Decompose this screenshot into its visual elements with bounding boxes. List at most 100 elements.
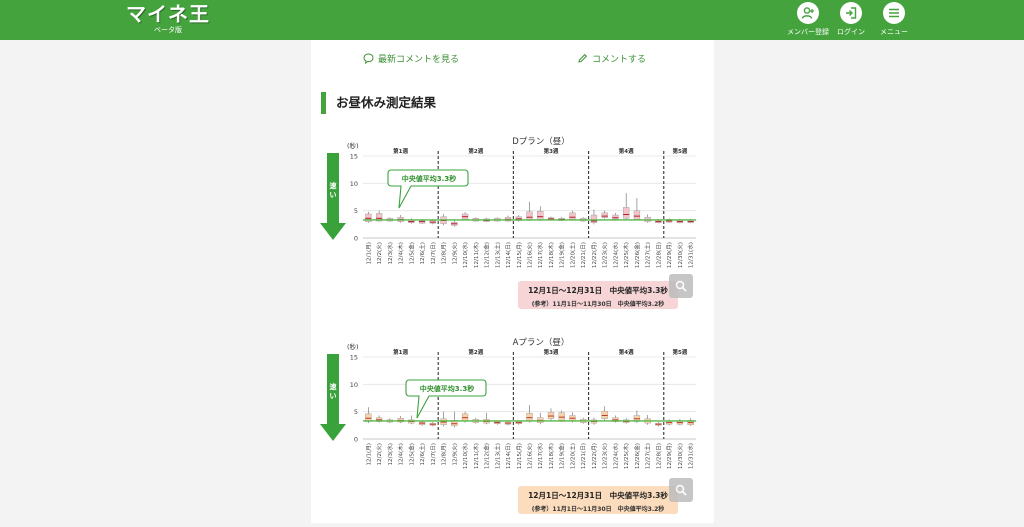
- x-tick-label: 12/12(金): [483, 443, 491, 469]
- x-tick-label: 12/21(日): [580, 443, 587, 469]
- x-tick-label: 12/17(水): [536, 443, 544, 469]
- summary-d-plan-line1: 12月1日～12月31日 中央値平均3.3秒: [528, 286, 668, 295]
- x-tick-label: 12/24(水): [611, 443, 619, 469]
- summary-d-plan-line2: (参考）11月1日～11月30日 中央値平均3.2秒: [531, 301, 665, 308]
- write-comment-link[interactable]: コメントする: [577, 52, 646, 65]
- x-tick-label: 12/25(木): [622, 242, 630, 268]
- x-tick-label: 12/16(火): [527, 242, 534, 268]
- y-tick-label: 10: [350, 381, 358, 389]
- box: [526, 211, 533, 221]
- box: [569, 212, 576, 220]
- login-icon: [840, 2, 862, 24]
- x-tick-label: 12/8(月): [441, 242, 448, 265]
- zoom-button-a-plan[interactable]: [669, 478, 693, 502]
- view-comments-link[interactable]: 最新コメントを見る: [363, 52, 459, 65]
- median-callout-label: 中央値平均3.3秒: [420, 384, 474, 393]
- x-tick-label: 12/3(水): [386, 443, 394, 466]
- x-tick-label: 12/22(月): [591, 443, 598, 469]
- x-tick-label: 12/20(土): [568, 443, 576, 469]
- x-tick-label: 12/31(水): [687, 443, 695, 469]
- week-label: 第3週: [544, 147, 559, 155]
- x-tick-label: 12/10(水): [461, 443, 469, 469]
- x-tick-label: 12/21(日): [580, 242, 587, 268]
- y-tick-label: 0: [354, 436, 358, 444]
- x-tick-label: 12/22(月): [591, 242, 598, 268]
- menu-icon: [883, 2, 905, 24]
- box: [537, 211, 544, 221]
- x-tick-label: 12/11(木): [472, 242, 480, 268]
- week-label: 第2週: [468, 147, 483, 155]
- x-tick-label: 12/18(木): [547, 443, 555, 469]
- box: [612, 214, 619, 220]
- median-callout-label: 中央値平均3.3秒: [402, 174, 456, 183]
- x-tick-label: 12/25(木): [622, 443, 630, 469]
- y-axis-label: (秒): [347, 342, 359, 351]
- site-logo[interactable]: マイネ王 ベータ版: [126, 4, 210, 35]
- x-tick-label: 12/9(火): [451, 443, 458, 466]
- y-tick-label: 5: [354, 408, 358, 416]
- fast-arrow-label: 速: [330, 181, 337, 190]
- x-tick-label: 12/14(日): [505, 242, 512, 268]
- x-tick-label: 12/30(火): [677, 443, 684, 469]
- section-title: お昼休み測定結果: [321, 92, 436, 114]
- magnifier-icon: [675, 280, 687, 292]
- chart-title: Dプラン（昼）: [512, 136, 570, 147]
- y-tick-label: 10: [350, 180, 358, 188]
- menu-button[interactable]: メニュー: [869, 2, 919, 37]
- x-tick-label: 12/28(日): [655, 443, 662, 469]
- x-tick-label: 12/11(木): [472, 443, 480, 469]
- magnifier-icon: [675, 484, 687, 496]
- week-label: 第3週: [544, 348, 559, 356]
- box: [633, 210, 641, 220]
- x-tick-label: 12/23(火): [602, 443, 609, 469]
- x-tick-label: 12/19(金): [558, 242, 566, 268]
- x-tick-label: 12/19(金): [558, 443, 566, 469]
- fast-arrow-head: [320, 424, 346, 441]
- x-tick-label: 12/26(金): [633, 443, 641, 469]
- x-tick-label: 12/14(日): [505, 443, 512, 469]
- week-label: 第5週: [672, 348, 687, 356]
- x-tick-label: 12/15(月): [516, 242, 523, 268]
- x-tick-label: 12/7(日): [430, 242, 437, 265]
- x-tick-label: 12/17(水): [536, 242, 544, 268]
- view-comments-label: 最新コメントを見る: [378, 55, 460, 65]
- y-tick-label: 15: [350, 153, 358, 161]
- x-tick-label: 12/5(金): [407, 443, 415, 466]
- x-tick-label: 12/1(月): [365, 443, 372, 466]
- summary-d-plan: 12月1日～12月31日 中央値平均3.3秒 (参考）11月1日～11月30日 …: [518, 281, 678, 309]
- box: [623, 207, 630, 219]
- x-tick-label: 12/29(月): [666, 443, 673, 469]
- fast-arrow-label: い: [330, 392, 337, 400]
- fast-arrow-label: い: [330, 191, 337, 199]
- x-tick-label: 12/16(火): [527, 443, 534, 469]
- x-tick-label: 12/12(金): [483, 242, 491, 268]
- week-label: 第1週: [393, 147, 408, 155]
- y-tick-label: 15: [350, 354, 358, 362]
- box: [601, 410, 608, 419]
- summary-a-plan: 12月1日～12月31日 中央値平均3.3秒 (参考）11月1日～11月30日 …: [518, 486, 678, 514]
- menu-label: メニュー: [880, 28, 908, 36]
- speech-bubble-icon: [363, 53, 374, 64]
- x-tick-label: 12/9(火): [451, 242, 458, 265]
- y-tick-label: 0: [354, 235, 358, 243]
- zoom-button-d-plan[interactable]: [669, 274, 693, 298]
- x-tick-label: 12/4(木): [397, 443, 405, 466]
- logo-text: マイネ王: [126, 2, 210, 26]
- week-label: 第2週: [468, 348, 483, 356]
- x-tick-label: 12/3(水): [386, 242, 394, 265]
- x-tick-label: 12/13(土): [493, 443, 501, 469]
- x-tick-label: 12/29(月): [666, 242, 673, 268]
- box: [558, 412, 565, 421]
- box: [547, 412, 555, 419]
- box: [601, 212, 608, 218]
- week-label: 第5週: [672, 147, 687, 155]
- x-tick-label: 12/13(土): [493, 242, 501, 268]
- pencil-icon: [578, 53, 588, 63]
- x-tick-label: 12/27(土): [644, 443, 652, 469]
- x-tick-label: 12/26(金): [633, 242, 641, 268]
- summary-a-plan-line1: 12月1日～12月31日 中央値平均3.3秒: [528, 491, 668, 500]
- x-tick-label: 12/28(日): [655, 242, 662, 268]
- x-tick-label: 12/24(水): [611, 242, 619, 268]
- x-tick-label: 12/8(月): [441, 443, 448, 466]
- x-tick-label: 12/1(月): [365, 242, 372, 265]
